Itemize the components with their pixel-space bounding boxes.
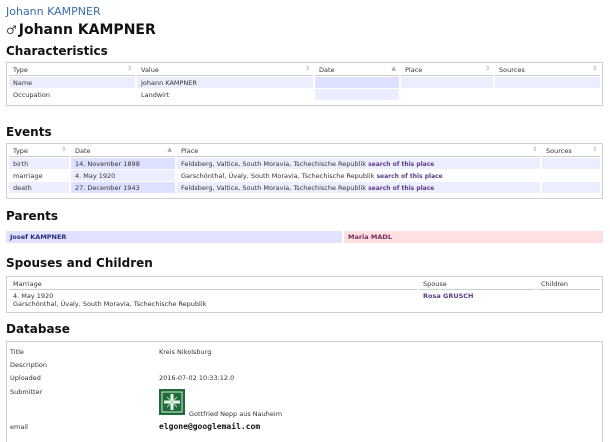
sort-icon: ⇕ — [591, 146, 597, 153]
page-title: ♂ Johann KAMPNER — [6, 22, 156, 38]
col-place[interactable]: Place ⇕ — [177, 145, 540, 157]
sort-icon: ⇕ — [591, 65, 597, 72]
table-row: death 27. December 1943 Feldsberg, Valti… — [9, 182, 600, 193]
db-title-value: Kreis Nikolsburg — [159, 348, 212, 356]
table-row: birth 14. November 1898 Feldsberg, Valti… — [9, 158, 600, 169]
col-value[interactable]: Value ⇕ — [137, 64, 313, 76]
parents-heading: Parents — [6, 209, 59, 223]
submitter-crest-icon — [159, 389, 185, 415]
table-row: 4. May 1920 Garschönthal, Úvaly, South Mo… — [9, 291, 600, 309]
marriage-place: Garschönthal, Úvaly, South Moravia, Tsch… — [13, 300, 207, 308]
table-row: marriage 4. May 1920 Garschönthal, Úvaly… — [13, 170, 443, 181]
col-children[interactable]: Children — [537, 278, 600, 290]
database-panel — [6, 341, 603, 442]
col-marriage[interactable]: Marriage — [9, 278, 417, 290]
db-uploaded-value: 2016-07-02 10:33:12.0 — [159, 374, 235, 382]
db-description-label: Description — [10, 361, 48, 369]
col-date[interactable]: Date ▲ — [315, 64, 399, 76]
events-table: Type ⇕ Date ▲ Place ⇕ Sources ⇕ birth 14. No… — [6, 143, 603, 199]
col-spouse[interactable]: Spouse — [419, 278, 535, 290]
sort-icon: ⇕ — [531, 146, 537, 153]
db-submitter-value: Gottfried Nepp aus Nauheim — [189, 410, 283, 418]
sort-asc-icon: ▲ — [167, 146, 172, 153]
mother-link[interactable]: Maria MADL — [344, 231, 603, 243]
sort-icon: ⇕ — [304, 65, 310, 72]
col-type[interactable]: Type ⇕ — [9, 145, 69, 157]
spouses-heading: Spouses and Children — [6, 256, 153, 270]
sort-icon: ⇕ — [126, 65, 132, 72]
father-link[interactable]: Josef KAMPNER — [6, 231, 342, 243]
col-sources[interactable]: Sources ⇕ — [495, 64, 600, 76]
table-row: Occupation Landwirt — [9, 89, 600, 100]
col-type[interactable]: Type ⇕ — [9, 64, 135, 76]
characteristics-table: Type ⇕ Value ⇕ Date ▲ Place ⇕ Sources ⇕ Name … — [6, 62, 603, 106]
col-place[interactable]: Place ⇕ — [401, 64, 493, 76]
col-sources[interactable]: Sources ⇕ — [542, 145, 600, 157]
db-uploaded-label: Uploaded — [10, 374, 41, 382]
search-place-link[interactable]: search of this place — [368, 185, 434, 192]
table-row: Name Johann KAMPNER — [9, 77, 600, 88]
person-name: Johann KAMPNER — [18, 22, 156, 38]
db-email-value[interactable]: elgone@googlemail.com — [159, 422, 260, 431]
search-place-link[interactable]: search of this place — [376, 173, 442, 180]
spouses-table: Marriage Spouse Children 4. May 1920 Gars… — [6, 276, 603, 313]
sort-icon: ⇕ — [60, 146, 66, 153]
male-icon: ♂ — [6, 23, 17, 37]
col-date[interactable]: Date ▲ — [71, 145, 175, 157]
sort-asc-icon: ▲ — [391, 65, 396, 72]
events-heading: Events — [6, 125, 52, 139]
search-place-link[interactable]: search of this place — [368, 161, 434, 168]
db-title-label: Title — [10, 348, 24, 356]
sort-icon: ⇕ — [484, 65, 490, 72]
database-heading: Database — [6, 322, 70, 336]
spouse-link[interactable]: Rosa GRUSCH — [423, 292, 474, 300]
db-email-label: email — [10, 423, 28, 431]
breadcrumb-link[interactable]: Johann KAMPNER — [6, 5, 101, 18]
db-submitter-label: Submitter — [10, 388, 43, 396]
characteristics-heading: Characteristics — [6, 44, 108, 58]
parents-row: Josef KAMPNER Maria MADL — [6, 231, 603, 243]
marriage-date: 4. May 1920 — [13, 292, 54, 300]
